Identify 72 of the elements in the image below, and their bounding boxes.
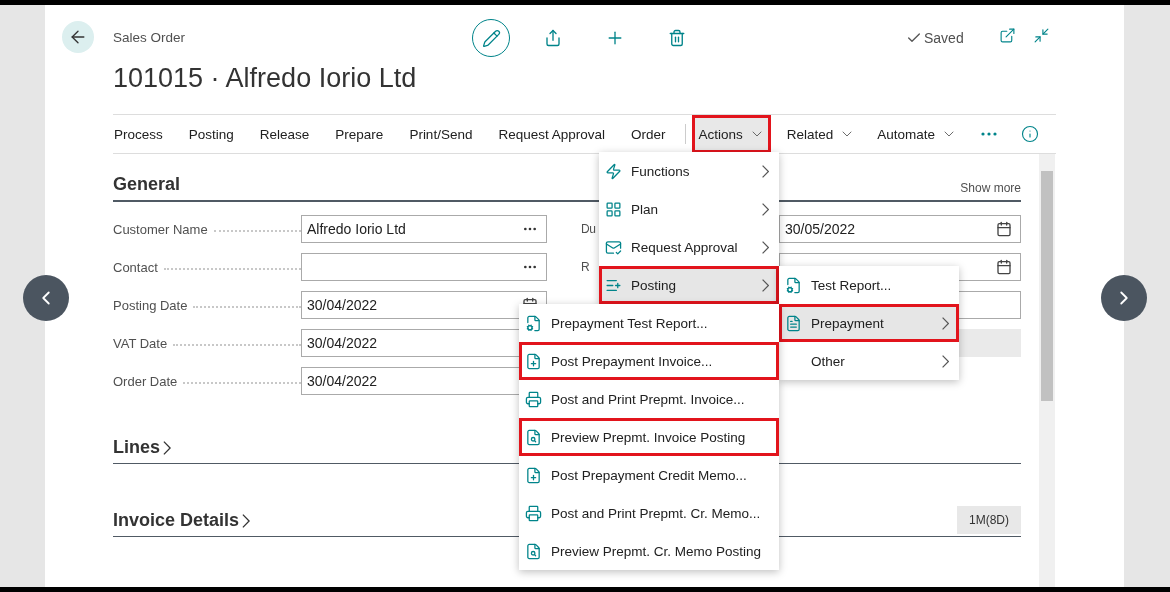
calendar-icon[interactable] bbox=[996, 259, 1012, 275]
input-field[interactable]: Alfredo Iorio Ltd bbox=[301, 215, 547, 243]
action-bar-item[interactable]: Actions bbox=[692, 115, 771, 153]
action-bar-item[interactable]: Request Approval bbox=[485, 115, 618, 153]
edit-button[interactable] bbox=[472, 19, 510, 57]
field-label: Posting Date bbox=[113, 297, 188, 313]
action-bar-item[interactable]: Posting bbox=[175, 115, 247, 153]
field-label: Customer Name bbox=[113, 221, 208, 237]
info-icon bbox=[1021, 125, 1040, 143]
more-icon bbox=[980, 132, 997, 136]
open-external-icon bbox=[998, 27, 1016, 44]
menu-item-icon bbox=[525, 314, 542, 332]
menu-item[interactable]: Prepayment bbox=[779, 304, 959, 342]
share-icon bbox=[544, 29, 562, 47]
action-bar-item[interactable]: Related bbox=[780, 115, 862, 153]
next-button[interactable] bbox=[1101, 275, 1147, 321]
chevron-right-icon bbox=[242, 513, 251, 528]
menu-item[interactable]: Post and Print Prepmt. Invoice... bbox=[519, 380, 779, 418]
menu-item-icon bbox=[605, 200, 622, 218]
action-bar-item[interactable]: Process bbox=[113, 115, 176, 153]
menu-item[interactable]: Functions bbox=[599, 152, 779, 190]
menu-item[interactable]: Post Prepayment Credit Memo... bbox=[519, 456, 779, 494]
show-more-link[interactable]: Show more bbox=[960, 181, 1021, 195]
menu-item-icon bbox=[525, 352, 542, 370]
menu-item[interactable]: Prepayment Test Report... bbox=[519, 304, 779, 342]
field-label: Order Date bbox=[113, 373, 178, 389]
trash-icon bbox=[668, 29, 686, 47]
menu-item-icon bbox=[785, 314, 802, 332]
menu-item[interactable]: Post Prepayment Invoice... bbox=[519, 342, 779, 380]
menu-item-icon bbox=[525, 428, 542, 446]
menu-item[interactable]: Request Approval bbox=[599, 228, 779, 266]
action-bar-item[interactable]: Release bbox=[246, 115, 323, 153]
previous-button[interactable] bbox=[23, 275, 69, 321]
section-title[interactable]: Invoice Details bbox=[113, 510, 251, 531]
menu-item[interactable]: Preview Prepmt. Invoice Posting bbox=[519, 418, 779, 456]
menu-item[interactable]: Other bbox=[779, 342, 959, 380]
collapse-icon bbox=[1032, 27, 1050, 44]
menu-item-icon bbox=[605, 238, 622, 256]
chevron-right-icon bbox=[163, 440, 171, 455]
breadcrumb: Sales Order bbox=[113, 30, 187, 45]
section-title: General bbox=[113, 174, 181, 195]
menu-item[interactable]: Preview Prepmt. Cr. Memo Posting bbox=[519, 532, 779, 570]
field-label: Du bbox=[581, 222, 596, 236]
page-title: 101015 · Alfredo Iorio Ltd bbox=[113, 63, 417, 94]
menu-item[interactable]: Plan bbox=[599, 190, 779, 228]
action-bar-item[interactable]: Automate bbox=[871, 115, 963, 153]
action-bar-item[interactable]: Print/Send bbox=[396, 115, 486, 153]
calendar-icon[interactable] bbox=[996, 221, 1012, 237]
scrollbar[interactable] bbox=[1039, 154, 1055, 587]
saved-status: Saved bbox=[924, 30, 964, 46]
field-label: VAT Date bbox=[113, 335, 168, 351]
input-field[interactable] bbox=[301, 253, 547, 281]
menu-item-icon bbox=[785, 276, 802, 294]
action-bar-item[interactable]: Order bbox=[618, 115, 679, 153]
menu-item-icon bbox=[525, 542, 542, 560]
menu-item-icon bbox=[525, 504, 542, 522]
action-bar-item[interactable]: Prepare bbox=[322, 115, 397, 153]
menu-item[interactable]: Posting bbox=[599, 266, 779, 304]
menu-item-icon bbox=[605, 162, 622, 180]
open-in-new-window-button[interactable] bbox=[997, 27, 1017, 44]
field-label: R bbox=[581, 260, 590, 274]
field-label: Contact bbox=[113, 259, 158, 275]
menu-item[interactable]: Post and Print Prepmt. Cr. Memo... bbox=[519, 494, 779, 532]
menu-item-icon bbox=[525, 390, 542, 408]
input-field[interactable]: 30/05/2022 bbox=[779, 215, 1021, 243]
back-button[interactable] bbox=[62, 21, 94, 53]
input-field[interactable]: 30/04/2022 bbox=[301, 291, 547, 319]
section-badge: 1M(8D) bbox=[957, 506, 1021, 534]
menu-item-icon bbox=[525, 466, 542, 484]
menu-item[interactable]: Test Report... bbox=[779, 266, 959, 304]
pencil-icon bbox=[481, 28, 501, 48]
section-title[interactable]: Lines bbox=[113, 437, 171, 458]
